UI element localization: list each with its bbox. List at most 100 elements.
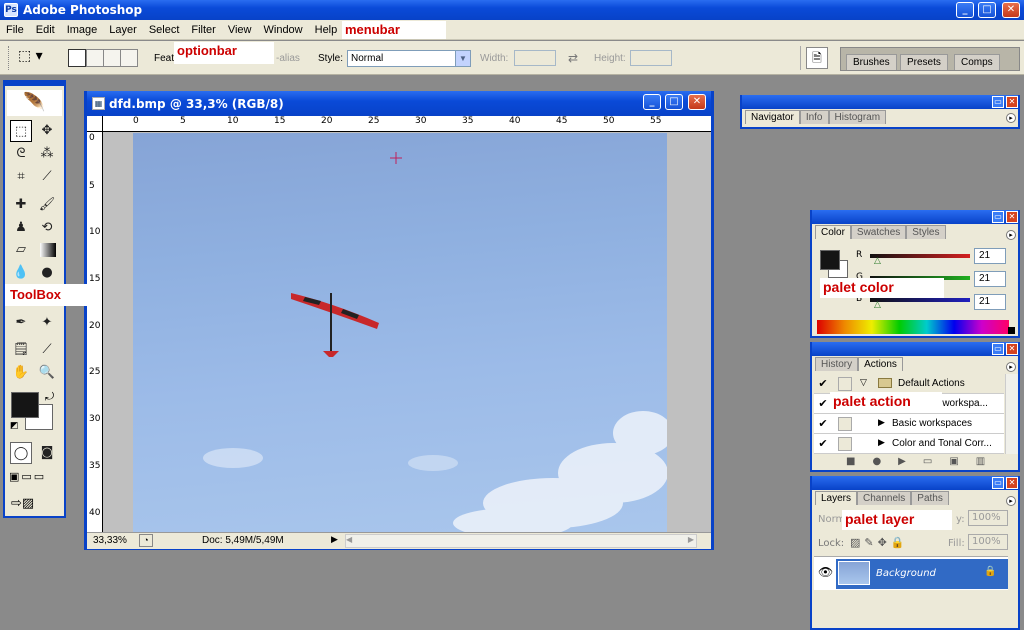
tab-histogram[interactable]: Histogram [828, 110, 887, 124]
eraser-tool-icon[interactable]: ▱ [10, 239, 32, 261]
dialog-toggle[interactable] [838, 437, 852, 451]
menu-image[interactable]: Image [61, 24, 104, 36]
notes-tool-icon[interactable]: 🗒 [10, 339, 32, 361]
well-tab-presets[interactable]: Presets [900, 54, 948, 70]
swap-colors-icon[interactable]: ⤾ [45, 390, 54, 404]
screen-mode-icons[interactable]: ▣▭▭ [9, 470, 59, 488]
style-select[interactable]: Normal ▼ [347, 50, 471, 67]
menu-window[interactable]: Window [258, 24, 309, 36]
actions-menu-icon[interactable]: ▸ [1006, 362, 1016, 372]
gradient-tool-icon[interactable] [40, 243, 56, 257]
action-row[interactable]: ✔ ▶ Basic workspaces [814, 414, 1004, 434]
menu-filter[interactable]: Filter [185, 24, 221, 36]
fill-input[interactable]: 100% [968, 534, 1008, 550]
menu-edit[interactable]: Edit [30, 24, 61, 36]
zoom-tool-icon[interactable]: 🔍 [36, 362, 58, 384]
new-selection-button[interactable] [68, 49, 86, 67]
pen-tool-icon[interactable]: ✒ [10, 312, 32, 334]
lock-icons[interactable]: ▨✎✥🔒 [850, 536, 909, 549]
custom-shape-icon[interactable]: ✦ [36, 312, 58, 334]
doc-close-button[interactable]: ✕ [688, 94, 706, 110]
expand-icon[interactable]: ▶ [878, 437, 885, 448]
width-input[interactable] [514, 50, 556, 66]
actions-scrollbar[interactable] [1005, 374, 1018, 454]
scroll-right-icon[interactable]: ▶ [688, 535, 694, 544]
actions-close-button[interactable]: ✕ [1006, 343, 1018, 355]
dialog-toggle[interactable] [838, 417, 852, 431]
doc-minimize-button[interactable]: _ [643, 94, 661, 110]
color-minimize-button[interactable]: ▭ [992, 211, 1004, 223]
check-icon[interactable]: ✔ [816, 377, 830, 391]
menu-layer[interactable]: Layer [103, 24, 143, 36]
well-tab-comps[interactable]: Comps [954, 54, 1000, 70]
hand-tool-icon[interactable]: ✋ [10, 362, 32, 384]
healing-brush-icon[interactable]: ✚ [10, 194, 32, 216]
eye-icon[interactable]: 👁 [818, 565, 833, 579]
marquee-tool-icon[interactable]: ⬚ [10, 120, 32, 142]
collapse-icon[interactable]: ▽ [860, 377, 867, 388]
tab-navigator[interactable]: Navigator [745, 110, 800, 124]
color-foreground-swatch[interactable] [820, 250, 840, 270]
slider-red[interactable] [870, 254, 970, 258]
status-preview-icon[interactable]: ◔ [139, 534, 153, 547]
tab-swatches[interactable]: Swatches [850, 225, 907, 239]
tab-actions[interactable]: Actions [858, 357, 903, 371]
input-red[interactable]: 21 [974, 248, 1006, 264]
marquee-preset-icon[interactable]: ⬚ ▾ [18, 48, 54, 68]
foreground-color-swatch[interactable] [11, 392, 39, 418]
image-canvas[interactable] [133, 133, 667, 532]
jump-to-imageready-icon[interactable]: ⇨▨ [11, 496, 59, 516]
slider-thumb-icon[interactable]: △ [874, 300, 881, 310]
move-tool-icon[interactable]: ✥ [36, 120, 58, 142]
zoom-level[interactable]: 33,33% [93, 535, 127, 546]
brush-tool-icon[interactable]: 🖌 [36, 194, 58, 216]
check-icon[interactable]: ✔ [816, 437, 830, 451]
tab-styles[interactable]: Styles [906, 225, 946, 239]
layer-row[interactable]: 👁 Background 🔒 [814, 556, 1008, 590]
color-ramp[interactable] [817, 320, 1009, 334]
tab-color[interactable]: Color [815, 225, 851, 239]
menu-help[interactable]: Help [309, 24, 344, 36]
color-ramp-black[interactable] [1008, 327, 1015, 334]
file-browser-icon[interactable]: 🗎 [806, 47, 828, 69]
navigator-menu-icon[interactable]: ▸ [1006, 113, 1016, 123]
action-row[interactable]: ✔ ▶ Color and Tonal Corr... [814, 434, 1004, 454]
default-colors-icon[interactable]: ◩ [10, 421, 19, 431]
swap-icon[interactable]: ⇄ [568, 51, 578, 65]
tab-history[interactable]: History [815, 357, 859, 371]
expand-icon[interactable]: ▶ [878, 417, 885, 428]
menu-file[interactable]: File [0, 24, 30, 36]
input-blue[interactable]: 21 [974, 294, 1006, 310]
feather-logo-icon[interactable]: 🪶 [7, 90, 62, 116]
actions-buttons-bar[interactable]: ■●▶▭▣▥ [812, 456, 1018, 470]
layers-close-button[interactable]: ✕ [1006, 477, 1018, 489]
slider-thumb-icon[interactable]: △ [874, 256, 881, 266]
intersect-selection-button[interactable] [120, 49, 138, 67]
check-icon[interactable]: ✔ [816, 417, 830, 431]
dialog-toggle[interactable] [838, 377, 852, 391]
tab-channels[interactable]: Channels [857, 491, 912, 505]
ruler-horizontal[interactable]: 0 5 10 15 20 25 30 35 40 45 50 55 [103, 116, 711, 132]
menu-select[interactable]: Select [143, 24, 186, 36]
blur-tool-icon[interactable]: 💧 [10, 262, 32, 284]
clone-stamp-icon[interactable]: ♟ [10, 217, 32, 239]
scroll-left-icon[interactable]: ◀ [346, 535, 352, 544]
lasso-tool-icon[interactable]: ᘓ [10, 143, 32, 165]
add-selection-button[interactable] [86, 49, 104, 67]
history-brush-icon[interactable]: ⟲ [36, 217, 58, 239]
crop-tool-icon[interactable]: ⌗ [10, 166, 32, 188]
height-input[interactable] [630, 50, 672, 66]
slider-blue[interactable] [870, 298, 970, 302]
input-green[interactable]: 21 [974, 271, 1006, 287]
subtract-selection-button[interactable] [103, 49, 121, 67]
close-button[interactable]: ✕ [1002, 2, 1020, 18]
standard-mode-icon[interactable]: ◯ [10, 442, 32, 464]
well-tab-brushes[interactable]: Brushes [846, 54, 897, 70]
tab-info[interactable]: Info [799, 110, 829, 124]
navigator-close-button[interactable]: ✕ [1006, 96, 1018, 108]
actions-minimize-button[interactable]: ▭ [992, 343, 1004, 355]
color-close-button[interactable]: ✕ [1006, 211, 1018, 223]
slice-tool-icon[interactable]: ⟋ [36, 166, 58, 188]
eyedropper-tool-icon[interactable]: ⟋ [36, 339, 58, 361]
menu-view[interactable]: View [222, 24, 258, 36]
